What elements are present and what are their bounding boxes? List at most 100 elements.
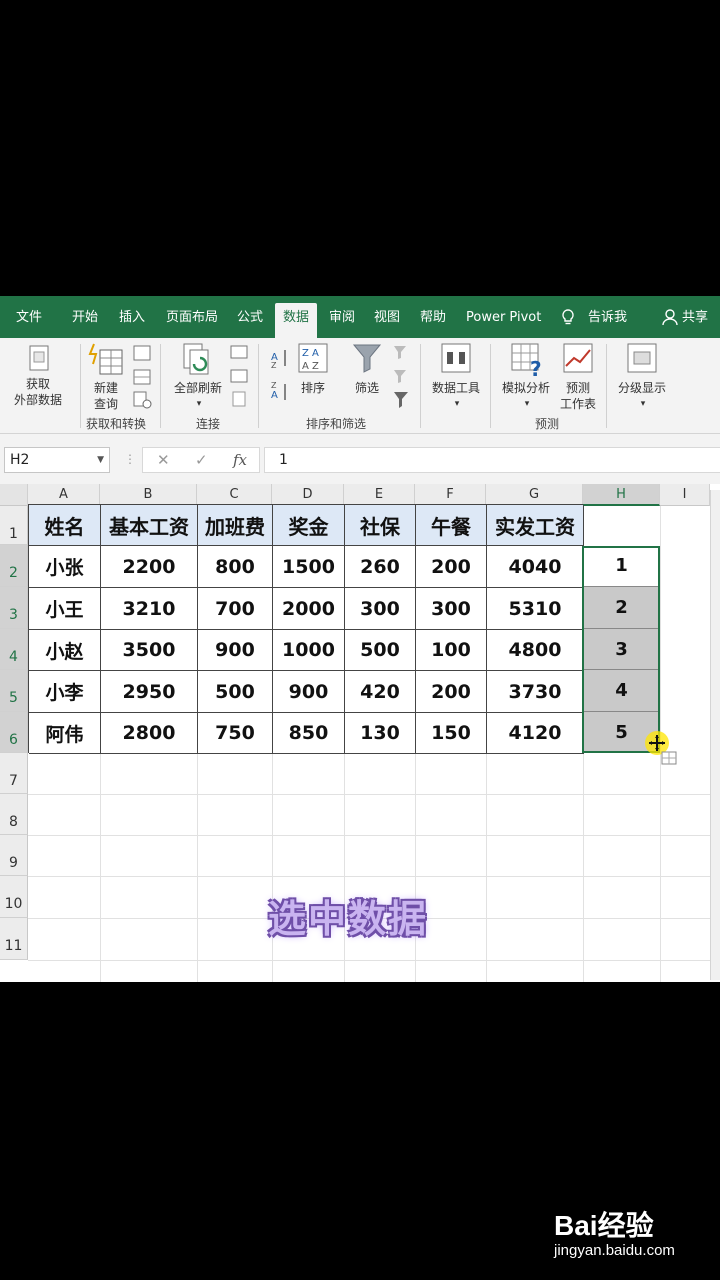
column-header-g[interactable]: G	[486, 484, 583, 506]
table-cell[interactable]: 3730	[487, 671, 584, 713]
formula-input[interactable]: 1	[264, 447, 720, 473]
tab-file[interactable]: 文件	[16, 296, 42, 338]
table-cell[interactable]: 100	[416, 630, 487, 671]
row-header-5[interactable]: 5	[0, 670, 28, 712]
table-header-cell[interactable]: 社保	[345, 505, 416, 546]
table-cell[interactable]: 小王	[29, 588, 101, 630]
table-header-cell[interactable]: 姓名	[29, 505, 101, 546]
h-column-cell[interactable]: 2	[584, 587, 659, 629]
row-header-10[interactable]: 10	[0, 876, 28, 918]
table-cell[interactable]: 4800	[487, 630, 584, 671]
row-header-11[interactable]: 11	[0, 918, 28, 960]
data-tools-button[interactable]: 数据工具	[428, 380, 484, 396]
table-header-cell[interactable]: 实发工资	[487, 505, 584, 546]
cancel-icon[interactable]: ✕	[157, 451, 170, 469]
table-cell[interactable]: 130	[345, 713, 416, 754]
table-header-cell[interactable]: 加班费	[198, 505, 273, 546]
table-cell[interactable]: 300	[416, 588, 487, 630]
table-cell[interactable]: 750	[198, 713, 273, 754]
tab-insert[interactable]: 插入	[119, 296, 145, 338]
table-cell[interactable]: 4120	[487, 713, 584, 754]
row-header-4[interactable]: 4	[0, 629, 28, 670]
table-cell[interactable]: 260	[345, 546, 416, 588]
tab-review[interactable]: 审阅	[329, 296, 355, 338]
row-header-6[interactable]: 6	[0, 712, 28, 753]
enter-icon[interactable]: ✓	[195, 451, 208, 469]
row-header-2[interactable]: 2	[0, 545, 28, 587]
tell-me-search[interactable]: 告诉我	[588, 296, 627, 338]
tab-view[interactable]: 视图	[374, 296, 400, 338]
table-cell[interactable]: 3500	[101, 630, 198, 671]
table-cell[interactable]: 2000	[273, 588, 345, 630]
column-header-e[interactable]: E	[344, 484, 415, 506]
tab-home[interactable]: 开始	[72, 296, 98, 338]
sort-button[interactable]: 排序	[296, 380, 330, 396]
outline-dropdown-arrow[interactable]: ▾	[636, 396, 650, 412]
table-cell[interactable]: 小李	[29, 671, 101, 713]
row-header-9[interactable]: 9	[0, 835, 28, 876]
filter-button[interactable]: 筛选	[350, 380, 384, 396]
tab-power-pivot[interactable]: Power Pivot	[466, 296, 541, 338]
table-cell[interactable]: 3210	[101, 588, 198, 630]
sort-icon: Z A A Z	[298, 343, 328, 373]
table-cell[interactable]: 500	[198, 671, 273, 713]
row-header-1[interactable]: 1	[0, 506, 28, 545]
table-cell[interactable]: 5310	[487, 588, 584, 630]
tab-formulas[interactable]: 公式	[237, 296, 263, 338]
table-cell[interactable]: 900	[273, 671, 345, 713]
row-header-8[interactable]: 8	[0, 794, 28, 835]
row-header-3[interactable]: 3	[0, 587, 28, 629]
name-box[interactable]: H2 ▼	[4, 447, 110, 473]
table-cell[interactable]: 800	[198, 546, 273, 588]
tab-page-layout[interactable]: 页面布局	[166, 296, 218, 338]
table-cell[interactable]: 小赵	[29, 630, 101, 671]
table-cell[interactable]: 2950	[101, 671, 198, 713]
insert-function-icon[interactable]: fx	[233, 451, 247, 469]
table-cell[interactable]: 900	[198, 630, 273, 671]
get-external-data-button[interactable]: 获取 外部数据	[10, 376, 66, 408]
chevron-down-icon[interactable]: ▼	[97, 448, 104, 472]
share-button[interactable]: 共享	[682, 296, 708, 338]
table-cell[interactable]: 700	[198, 588, 273, 630]
data-tools-dropdown-arrow[interactable]: ▾	[450, 396, 464, 412]
h-column-cell[interactable]: 3	[584, 629, 659, 670]
table-header-cell[interactable]: 基本工资	[101, 505, 198, 546]
row-header-7[interactable]: 7	[0, 753, 28, 794]
table-cell[interactable]: 阿伟	[29, 713, 101, 754]
table-cell[interactable]: 2200	[101, 546, 198, 588]
table-cell[interactable]: 150	[416, 713, 487, 754]
column-header-b[interactable]: B	[100, 484, 197, 506]
table-cell[interactable]: 500	[345, 630, 416, 671]
forecast-sheet-button[interactable]: 预测 工作表	[556, 380, 600, 412]
what-if-analysis-button[interactable]: 模拟分析	[496, 380, 556, 396]
table-cell[interactable]: 4040	[487, 546, 584, 588]
column-header-a[interactable]: A	[28, 484, 100, 506]
h-column-cell[interactable]: 4	[584, 670, 659, 712]
column-header-c[interactable]: C	[197, 484, 272, 506]
select-all-corner[interactable]	[0, 484, 28, 506]
table-cell[interactable]: 200	[416, 546, 487, 588]
table-header-cell[interactable]: 奖金	[273, 505, 345, 546]
outline-button[interactable]: 分级显示	[612, 380, 672, 396]
table-cell[interactable]: 小张	[29, 546, 101, 588]
refresh-dropdown-arrow[interactable]: ▾	[192, 396, 206, 412]
column-header-d[interactable]: D	[272, 484, 344, 506]
table-cell[interactable]: 1000	[273, 630, 345, 671]
table-cell[interactable]: 2800	[101, 713, 198, 754]
table-cell[interactable]: 850	[273, 713, 345, 754]
column-header-f[interactable]: F	[415, 484, 486, 506]
table-cell[interactable]: 1500	[273, 546, 345, 588]
refresh-all-button[interactable]: 全部刷新	[170, 380, 226, 396]
table-cell[interactable]: 200	[416, 671, 487, 713]
column-header-i[interactable]: I	[660, 484, 710, 506]
what-if-dropdown-arrow[interactable]: ▾	[520, 396, 534, 412]
table-header-cell[interactable]: 午餐	[416, 505, 487, 546]
vertical-scrollbar[interactable]	[710, 490, 720, 980]
new-query-button[interactable]: 新建 查询	[86, 380, 126, 412]
tab-help[interactable]: 帮助	[420, 296, 446, 338]
h-column-cell[interactable]: 1	[584, 545, 659, 587]
table-cell[interactable]: 420	[345, 671, 416, 713]
table-cell[interactable]: 300	[345, 588, 416, 630]
column-header-h[interactable]: H	[583, 484, 660, 506]
tab-data[interactable]: 数据	[275, 303, 318, 338]
